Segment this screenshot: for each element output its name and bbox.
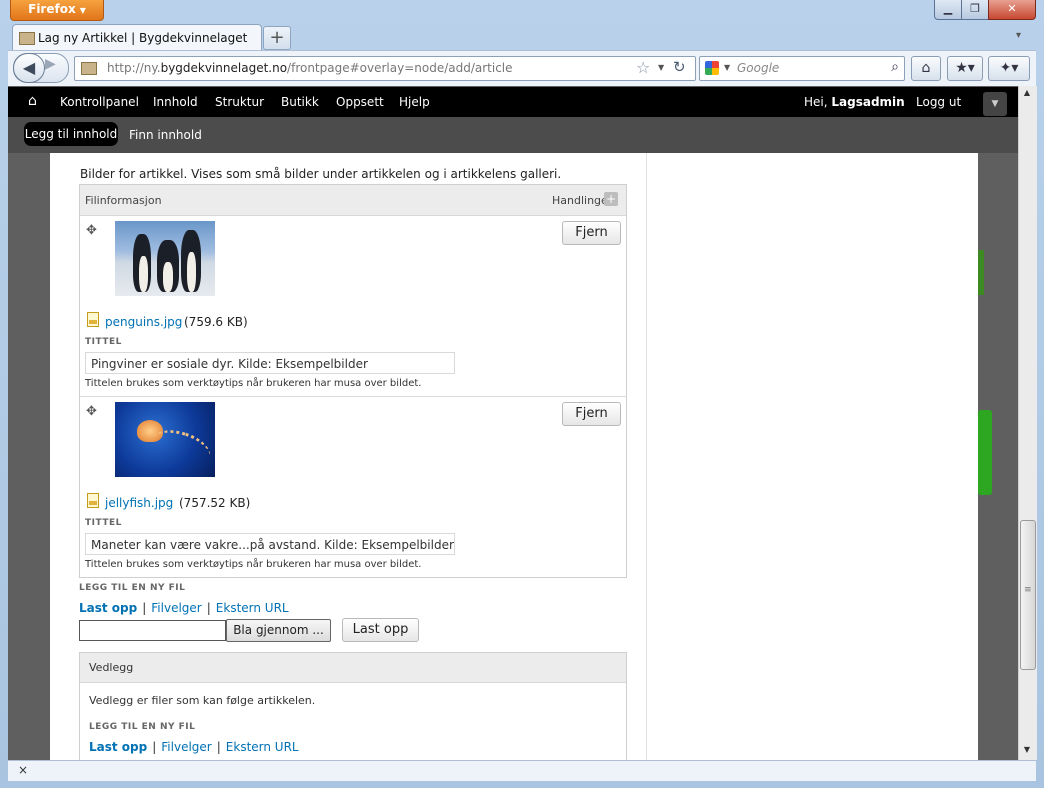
search-placeholder: Google	[737, 61, 780, 75]
menu-struktur[interactable]: Struktur	[215, 95, 264, 109]
file-link[interactable]: jellyfish.jpg	[105, 496, 173, 510]
grip-icon: ≡	[1024, 585, 1032, 595]
shortcut-find-content[interactable]: Finn innhold	[129, 128, 202, 142]
tab-list-icon[interactable]: ▾	[1016, 30, 1021, 41]
bookmarks-icon: ★▾	[955, 60, 975, 76]
tab-title: Lag ny Artikkel | Bygdekvinnelaget	[38, 31, 248, 45]
addon-icon: ✦▾	[999, 60, 1019, 76]
arrow-right-icon: ▶	[45, 56, 56, 72]
menu-hjelp[interactable]: Hjelp	[399, 95, 430, 109]
add-new-file-label: LEGG TIL EN NY FIL	[89, 722, 196, 732]
google-engine-icon[interactable]	[705, 61, 719, 75]
drag-handle-icon[interactable]: ✥	[86, 404, 97, 419]
site-identity-icon	[81, 62, 97, 75]
remove-file-button[interactable]: Fjern	[562, 402, 621, 426]
image-file-icon	[87, 493, 99, 508]
title-label: TITTEL	[85, 337, 122, 347]
file-link[interactable]: penguins.jpg	[105, 315, 182, 329]
browse-button[interactable]: Bla gjennom ...	[226, 619, 331, 642]
add-new-file-label: LEGG TIL EN NY FIL	[79, 583, 186, 593]
menu-innhold[interactable]: Innhold	[153, 95, 198, 109]
forward-button[interactable]: ▶	[45, 56, 56, 72]
source-filebrowser-link[interactable]: Filvelger	[161, 740, 211, 754]
background-block	[978, 410, 992, 495]
home-button[interactable]: ⌂	[911, 56, 941, 81]
bookmarks-button[interactable]: ★▾	[947, 56, 983, 81]
field-description: Bilder for artikkel. Vises som små bilde…	[80, 167, 562, 181]
close-icon: ✕	[1007, 2, 1017, 15]
minimize-icon: ▁	[943, 2, 953, 15]
chevron-down-icon: ▼	[79, 6, 86, 15]
logout-link[interactable]: Logg ut	[916, 95, 961, 109]
scroll-down-icon[interactable]: ▼	[1018, 745, 1036, 754]
image-file-icon	[87, 312, 99, 327]
title-help-text: Tittelen brukes som verktøytips når bruk…	[85, 378, 422, 389]
file-size: (757.52 KB)	[179, 496, 251, 510]
firefox-menu-label: Firefox	[28, 2, 76, 16]
scroll-up-icon[interactable]: ▲	[1018, 88, 1036, 97]
source-filebrowser-link[interactable]: Filvelger	[151, 601, 201, 615]
title-help-text: Tittelen brukes som verktøytips når bruk…	[85, 559, 422, 570]
source-links: Last opp | Filvelger | Ekstern URL	[79, 601, 289, 615]
menu-oppsett[interactable]: Oppsett	[336, 95, 384, 109]
file-path-field[interactable]	[79, 620, 226, 641]
back-button[interactable]: ◀	[13, 53, 45, 83]
user-name[interactable]: Lagsadmin	[831, 95, 904, 109]
scrollbar-thumb[interactable]: ≡	[1020, 520, 1036, 670]
menu-kontrollpanel[interactable]: Kontrollpanel	[60, 95, 139, 109]
attachments-description: Vedlegg er filer som kan følge artikkele…	[89, 694, 316, 707]
show-row-weights-icon[interactable]: +	[604, 192, 618, 206]
jellyfish-thumbnail	[115, 402, 215, 477]
admin-toolbar: ⌂ Kontrollpanel Innhold Struktur Butikk …	[8, 87, 1018, 117]
row-divider	[80, 396, 626, 397]
firefox-menu-button[interactable]: Firefox ▼	[10, 0, 104, 21]
files-table-header: Filinformasjon Handlinger +	[80, 185, 626, 216]
reload-icon[interactable]: ↻	[673, 58, 686, 76]
home-icon: ⌂	[921, 60, 931, 76]
arrow-left-icon: ◀	[22, 58, 36, 77]
column-file-info: Filinformasjon	[85, 194, 162, 207]
search-icon[interactable]: ⌕	[891, 59, 899, 75]
sidebar-divider	[646, 153, 647, 760]
maximize-button[interactable]: ❐	[961, 0, 989, 20]
attachment-source-links: Last opp | Filvelger | Ekstern URL	[89, 740, 299, 754]
source-external-url-link[interactable]: Ekstern URL	[216, 601, 289, 615]
attachments-legend[interactable]: Vedlegg	[80, 653, 626, 683]
background-block	[978, 250, 984, 295]
close-addon-bar-icon[interactable]: ×	[18, 763, 28, 777]
menu-butikk[interactable]: Butikk	[281, 95, 319, 109]
source-upload-link[interactable]: Last opp	[79, 601, 137, 615]
history-dropdown-icon[interactable]: ▼	[658, 63, 664, 72]
file-size: (759.6 KB)	[184, 315, 248, 329]
image-title-input[interactable]: Maneter kan være vakre...på avstand. Kil…	[85, 533, 455, 555]
title-label: TITTEL	[85, 518, 122, 528]
shortcuts-toggle-icon[interactable]: ▼	[983, 92, 1007, 116]
source-upload-link[interactable]: Last opp	[89, 740, 147, 754]
url-text: http://ny.bygdekvinnelaget.no/frontpage#…	[107, 61, 513, 75]
addon-button[interactable]: ✦▾	[988, 56, 1030, 81]
attachments-title: Vedlegg	[89, 661, 134, 674]
user-greeting: Hei, Lagsadmin	[804, 95, 905, 109]
penguins-thumbnail	[115, 221, 215, 296]
search-box[interactable]: ▼ Google ⌕	[699, 56, 905, 81]
address-bar[interactable]: http://ny.bygdekvinnelaget.no/frontpage#…	[74, 56, 696, 81]
browser-tab[interactable]: Lag ny Artikkel | Bygdekvinnelaget	[12, 24, 262, 51]
new-tab-button[interactable]: +	[263, 26, 291, 50]
maximize-icon: ❐	[970, 2, 980, 15]
admin-home-icon[interactable]: ⌂	[28, 93, 37, 109]
close-window-button[interactable]: ✕	[988, 0, 1036, 20]
engine-dropdown-icon[interactable]: ▼	[724, 63, 730, 72]
bookmark-star-icon[interactable]: ☆	[636, 58, 650, 77]
minimize-button[interactable]: ▁	[934, 0, 962, 20]
addon-bar: ×	[8, 760, 1036, 781]
drag-handle-icon[interactable]: ✥	[86, 223, 97, 238]
upload-button[interactable]: Last opp	[342, 618, 419, 642]
image-title-input[interactable]: Pingviner er sosiale dyr. Kilde: Eksempe…	[85, 352, 455, 374]
remove-file-button[interactable]: Fjern	[562, 221, 621, 245]
site-favicon-icon	[19, 32, 35, 45]
shortcut-add-content[interactable]: Legg til innhold	[24, 122, 118, 146]
source-external-url-link[interactable]: Ekstern URL	[226, 740, 299, 754]
